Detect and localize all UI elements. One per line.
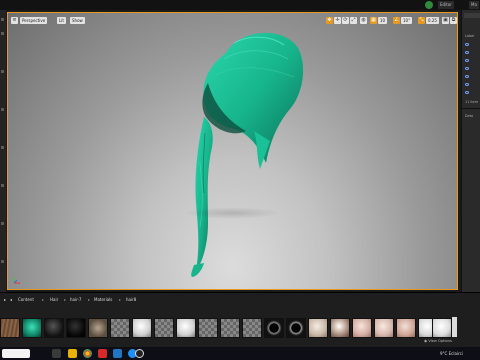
toolbar-icon[interactable] <box>1 222 4 225</box>
asset-thumbnail[interactable] <box>0 318 20 338</box>
visibility-eye-icon[interactable] <box>465 51 469 54</box>
asset-thumbnail[interactable] <box>66 318 86 338</box>
asset-thumbnail[interactable] <box>154 318 174 338</box>
outliner-row[interactable] <box>465 74 479 79</box>
visibility-eye-icon[interactable] <box>465 91 469 94</box>
content-browser-path-bar: ▸ ◂ Content ▸ Hair ▸ hair-7 ▸ Materials … <box>0 295 480 305</box>
asset-thumbnail[interactable] <box>352 318 372 338</box>
toolbar-icon[interactable] <box>1 18 4 21</box>
toolbar-icon[interactable] <box>1 108 4 111</box>
visibility-eye-icon[interactable] <box>465 67 469 70</box>
breadcrumb-separator: ▸ <box>119 297 122 302</box>
asset-thumbnail[interactable] <box>286 318 306 338</box>
outliner-row[interactable] <box>465 90 479 95</box>
breadcrumb-hair[interactable]: Hair <box>50 297 58 303</box>
view-options-label: View Options <box>428 339 452 343</box>
outliner-panel: Label 11 item Deta <box>461 10 480 292</box>
asset-thumbnail[interactable] <box>44 318 64 338</box>
asset-thumbnail[interactable] <box>220 318 240 338</box>
outliner-item-count: 11 item <box>465 100 479 104</box>
toolbar-icon[interactable] <box>1 32 4 35</box>
left-toolbar <box>0 10 6 292</box>
asset-thumbnail[interactable] <box>432 318 452 338</box>
content-browser-scrollbar[interactable] <box>452 317 457 337</box>
outliner-row[interactable] <box>465 58 479 63</box>
asset-thumbnail[interactable] <box>264 318 284 338</box>
toolbar-icon[interactable] <box>1 184 4 187</box>
search-box[interactable] <box>2 349 30 358</box>
task-view-icon[interactable] <box>52 349 61 358</box>
asset-thumbnail[interactable] <box>88 318 108 338</box>
toolbar-icon[interactable] <box>1 146 4 149</box>
asset-thumbnail-grid <box>0 318 460 338</box>
editor-tab[interactable]: Editor <box>438 1 454 9</box>
breadcrumb-separator: ▸ <box>88 297 91 302</box>
outliner-row[interactable] <box>465 50 479 55</box>
details-tab[interactable]: Deta <box>465 114 473 118</box>
asset-thumbnail[interactable] <box>22 318 42 338</box>
folder-icon[interactable]: ▸ <box>4 297 6 303</box>
toolbar-icon[interactable] <box>1 260 4 263</box>
panel-divider <box>462 108 480 109</box>
breadcrumb-content[interactable]: Content <box>18 297 34 303</box>
toolbar-icon[interactable] <box>1 70 4 73</box>
visibility-eye-icon[interactable] <box>465 75 469 78</box>
os-taskbar: 9°C Eclairci <box>0 347 480 360</box>
history-icon[interactable]: ◂ <box>10 297 12 303</box>
asset-thumbnail[interactable] <box>330 318 350 338</box>
view-options-button[interactable]: ◉ View Options <box>424 338 452 345</box>
content-browser-footer: ◉ View Options <box>0 338 480 346</box>
chrome-icon[interactable] <box>83 349 92 358</box>
asset-thumbnail[interactable] <box>242 318 262 338</box>
visibility-eye-icon[interactable] <box>465 43 469 46</box>
level-viewport[interactable]: ≡ Perspective Lit Show ✥ ✛ ⟳ ⤢ ◍ ▦ 10 ∠ … <box>7 12 458 290</box>
breadcrumb-separator: ▸ <box>42 297 45 302</box>
asset-thumbnail[interactable] <box>308 318 328 338</box>
visibility-eye-icon[interactable] <box>465 59 469 62</box>
content-browser: ▸ ◂ Content ▸ Hair ▸ hair-7 ▸ Materials … <box>0 292 480 347</box>
hair-mesh[interactable] <box>8 13 458 290</box>
store-icon[interactable] <box>113 349 122 358</box>
title-bar: Editor Ma <box>0 0 480 10</box>
breadcrumb-separator: ▸ <box>64 297 67 302</box>
asset-thumbnail[interactable] <box>110 318 130 338</box>
unreal-editor-window: Editor Ma ≡ Perspective Lit Show ✥ ✛ ⟳ ⤢… <box>0 0 480 360</box>
file-explorer-icon[interactable] <box>68 349 77 358</box>
axis-gizmo-icon <box>13 277 20 284</box>
outliner-row[interactable] <box>465 66 479 71</box>
asset-thumbnail[interactable] <box>374 318 394 338</box>
unreal-logo-icon <box>425 1 433 9</box>
asset-thumbnail[interactable] <box>396 318 416 338</box>
asset-thumbnail[interactable] <box>198 318 218 338</box>
visibility-eye-icon[interactable] <box>465 83 469 86</box>
unreal-engine-icon[interactable] <box>135 349 144 358</box>
asset-thumbnail[interactable] <box>176 318 196 338</box>
marketplace-tab[interactable]: Ma <box>469 1 479 9</box>
outliner-row[interactable] <box>465 42 479 47</box>
breadcrumb-materials[interactable]: Materials <box>94 297 112 303</box>
asset-thumbnail[interactable] <box>132 318 152 338</box>
outliner-label-header: Label <box>465 34 475 38</box>
breadcrumb-hair-7[interactable]: hair-7 <box>70 297 81 303</box>
outliner-search[interactable] <box>464 13 480 18</box>
weather-tray[interactable]: 9°C Eclairci <box>440 350 463 357</box>
opera-icon[interactable] <box>98 349 107 358</box>
outliner-row[interactable] <box>465 82 479 87</box>
breadcrumb-hair8[interactable]: hair8 <box>126 297 136 303</box>
